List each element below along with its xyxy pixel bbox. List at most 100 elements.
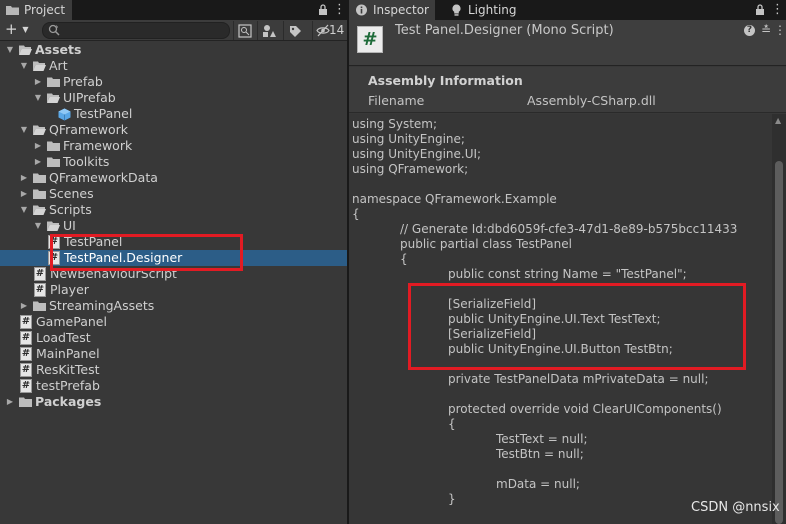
- folder-icon: [47, 77, 60, 87]
- tree-item-label: Toolkits: [63, 154, 110, 169]
- create-button[interactable]: + ▼: [5, 22, 35, 39]
- folder-icon: [33, 173, 46, 183]
- chevron-down-icon[interactable]: ▼: [19, 202, 29, 218]
- filter-by-type-button[interactable]: [257, 21, 278, 40]
- chevron-right-icon[interactable]: ▶: [5, 394, 15, 410]
- tree-item[interactable]: # Player: [0, 282, 347, 298]
- chevron-right-icon[interactable]: ▶: [19, 170, 29, 186]
- tree-item[interactable]: ▶ QFrameworkData: [0, 170, 347, 186]
- csharp-script-icon: #: [20, 315, 32, 329]
- folder-open-icon: [33, 125, 46, 135]
- inspector-panel: Inspector Lighting ⋮ # Test Panel.Design…: [349, 0, 786, 524]
- chevron-right-icon[interactable]: ▶: [33, 154, 43, 170]
- folder-icon: [19, 397, 32, 407]
- kebab-menu-icon[interactable]: ⋮: [333, 0, 346, 20]
- chevron-right-icon[interactable]: ▶: [33, 138, 43, 154]
- folder-open-icon: [33, 61, 46, 71]
- csharp-script-icon: #: [20, 347, 32, 361]
- csharp-script-icon: #: [20, 331, 32, 345]
- hidden-packages-toggle[interactable]: 14: [312, 21, 346, 40]
- tree-item[interactable]: ▶ Prefab: [0, 74, 347, 90]
- folder-open-icon: [19, 45, 32, 55]
- tree-item[interactable]: ▼ Scripts: [0, 202, 347, 218]
- inspector-header: # Test Panel.Designer (Mono Script) ? ≛ …: [349, 20, 786, 66]
- tree-item-label: TestPanel.Designer: [64, 250, 183, 265]
- tree-item[interactable]: # ResKitTest: [0, 362, 347, 378]
- tree-item[interactable]: # NewBehaviourScript: [0, 266, 347, 282]
- filter-by-label-button[interactable]: [283, 21, 304, 40]
- lock-icon[interactable]: [755, 0, 765, 20]
- settings-sliders-icon[interactable]: ≛: [761, 23, 771, 37]
- project-tab-bar: Project ⋮: [0, 0, 347, 20]
- prefab-cube-icon: [58, 108, 71, 121]
- code-line: {: [352, 207, 360, 221]
- tree-item[interactable]: ▼ Assets: [0, 42, 347, 58]
- chevron-down-icon[interactable]: ▼: [33, 218, 43, 234]
- search-input[interactable]: [42, 22, 230, 39]
- project-panel: Project ⋮ + ▼ 14 ▼ Assets ▼ Art ▶ Prefab ▼ UIPr…: [0, 0, 347, 524]
- component-menu-icon[interactable]: ⋮: [774, 23, 786, 37]
- info-icon: [356, 4, 367, 16]
- tab-inspector[interactable]: Inspector: [349, 0, 435, 20]
- tree-item[interactable]: # testPrefab: [0, 378, 347, 394]
- code-line: [SerializeField]: [448, 297, 537, 311]
- tree-item[interactable]: ▶ Toolkits: [0, 154, 347, 170]
- csharp-script-icon: #: [20, 379, 32, 393]
- chevron-down-icon[interactable]: ▼: [19, 122, 29, 138]
- help-icon[interactable]: ?: [744, 25, 755, 36]
- tree-item[interactable]: ▶ Scenes: [0, 186, 347, 202]
- tag-icon: [290, 26, 301, 37]
- chevron-down-icon[interactable]: ▼: [19, 58, 29, 74]
- chevron-down-icon[interactable]: ▼: [5, 42, 15, 58]
- code-line: // Generate Id:dbd6059f-cfe3-47d1-8e89-b…: [400, 222, 738, 236]
- code-preview[interactable]: using System; using UnityEngine; using Uni…: [349, 114, 772, 524]
- tree-item[interactable]: # LoadTest: [0, 330, 347, 346]
- tree-item[interactable]: ▼ UIPrefab: [0, 90, 347, 106]
- chevron-right-icon[interactable]: ▶: [19, 186, 29, 202]
- tree-item[interactable]: # MainPanel: [0, 346, 347, 362]
- tab-project-label: Project: [24, 3, 66, 17]
- code-line: using UnityEngine;: [352, 132, 465, 146]
- scroll-thumb[interactable]: [775, 161, 783, 524]
- search-icon: [48, 24, 60, 36]
- filename-value: Assembly-CSharp.dll: [527, 93, 656, 108]
- chevron-right-icon[interactable]: ▶: [19, 298, 29, 314]
- chevron-down-icon[interactable]: ▼: [33, 90, 43, 106]
- script-icon: #: [357, 26, 383, 53]
- folder-icon: [33, 189, 46, 199]
- folder-open-icon: [47, 221, 60, 231]
- kebab-menu-icon[interactable]: ⋮: [771, 0, 784, 20]
- chevron-right-icon[interactable]: ▶: [33, 74, 43, 90]
- tree-item[interactable]: # TestPanel: [0, 234, 347, 250]
- code-line: public partial class TestPanel: [400, 237, 572, 251]
- inspector-title: Test Panel.Designer (Mono Script): [395, 23, 614, 38]
- tab-lighting[interactable]: Lighting: [444, 0, 524, 20]
- folder-open-icon: [33, 205, 46, 215]
- tree-item-label: Art: [49, 58, 68, 73]
- code-line: public UnityEngine.UI.Button TestBtn;: [448, 342, 673, 356]
- code-line: public UnityEngine.UI.Text TestText;: [448, 312, 661, 326]
- lightbulb-icon: [452, 4, 461, 16]
- tree-item[interactable]: ▶ Framework: [0, 138, 347, 154]
- csharp-script-icon: #: [34, 267, 46, 281]
- assembly-information: Assembly Information Filename Assembly-C…: [349, 67, 786, 113]
- tree-item[interactable]: ▶ StreamingAssets: [0, 298, 347, 314]
- tree-item-label: Player: [50, 282, 89, 297]
- search-by-type-button[interactable]: [233, 21, 254, 40]
- tree-item[interactable]: TestPanel: [0, 106, 347, 122]
- code-scrollbar[interactable]: ▲: [772, 114, 786, 524]
- tree-item-label: UIPrefab: [63, 90, 116, 105]
- folder-icon: [6, 6, 19, 15]
- search-by-type-icon: [238, 24, 252, 38]
- create-button-label: +: [5, 20, 18, 38]
- tree-item[interactable]: ▶ Packages: [0, 394, 347, 410]
- tree-item[interactable]: ▼ Art: [0, 58, 347, 74]
- tree-item[interactable]: # GamePanel: [0, 314, 347, 330]
- tree-item[interactable]: ▼ UI: [0, 218, 347, 234]
- scroll-up-icon[interactable]: ▲: [775, 116, 781, 125]
- lock-icon[interactable]: [318, 0, 328, 20]
- code-line: public const string Name = "TestPanel";: [448, 267, 687, 281]
- tree-item[interactable]: # TestPanel.Designer: [0, 250, 347, 266]
- tab-project[interactable]: Project: [0, 0, 72, 20]
- tree-item[interactable]: ▼ QFramework: [0, 122, 347, 138]
